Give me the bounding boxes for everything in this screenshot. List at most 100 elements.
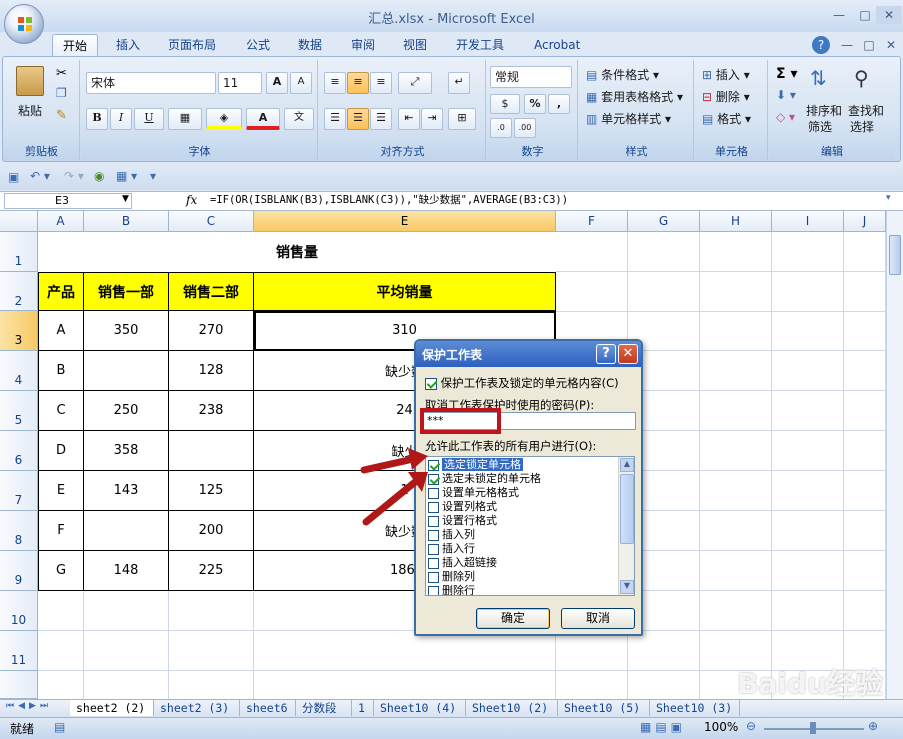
empty-cell[interactable] xyxy=(772,311,844,351)
maximize-button[interactable]: □ xyxy=(852,6,878,24)
permission-option[interactable]: 设置列格式 xyxy=(428,500,618,514)
list-scrollbar[interactable]: ▲ ▼ xyxy=(618,457,634,595)
empty-cell[interactable] xyxy=(700,351,772,391)
sheet-title-cell[interactable]: 销售量 xyxy=(38,232,556,272)
font-color-icon[interactable]: A xyxy=(246,108,280,130)
tab-data[interactable]: 数据 xyxy=(288,34,332,56)
empty-cell[interactable] xyxy=(628,272,700,312)
empty-cell[interactable] xyxy=(772,471,844,511)
empty-cell[interactable] xyxy=(844,311,886,351)
align-middle-icon[interactable]: ≡ xyxy=(347,72,369,94)
close-button[interactable]: ✕ xyxy=(876,6,902,24)
permission-option[interactable]: 设置行格式 xyxy=(428,514,618,528)
permission-option[interactable]: 插入行 xyxy=(428,542,618,556)
font-name-select[interactable]: 宋体 xyxy=(86,72,216,94)
table-cell[interactable]: 250 xyxy=(84,391,169,431)
list-scroll-thumb[interactable] xyxy=(620,474,634,544)
empty-cell[interactable] xyxy=(772,591,844,631)
table-header-cell[interactable]: 销售一部 xyxy=(84,272,169,311)
align-top-icon[interactable]: ≡ xyxy=(324,72,346,94)
phonetic-icon[interactable]: 文 xyxy=(284,108,314,130)
empty-cell[interactable] xyxy=(772,551,844,591)
grow-font-icon[interactable]: A xyxy=(266,72,288,94)
empty-cell[interactable] xyxy=(844,511,886,551)
zoom-slider-thumb[interactable] xyxy=(810,722,816,734)
empty-cell[interactable] xyxy=(844,272,886,312)
macro-record-icon[interactable]: ▤ xyxy=(54,720,65,734)
wrap-text-icon[interactable]: ↵ xyxy=(448,72,470,94)
row-header-12[interactable] xyxy=(0,671,38,699)
table-header-cell[interactable]: 产品 xyxy=(38,272,84,311)
empty-cell[interactable] xyxy=(628,232,700,272)
permission-option[interactable]: 选定未锁定的单元格 xyxy=(428,472,618,486)
paste-label[interactable]: 粘贴 xyxy=(18,102,42,119)
insert-cells-button[interactable]: ⊞ 插入 ▾ xyxy=(702,66,750,83)
number-format-select[interactable]: 常规 xyxy=(490,66,572,88)
help-icon[interactable]: ? xyxy=(812,36,830,54)
empty-cell[interactable] xyxy=(844,232,886,272)
name-box-dropdown-icon[interactable]: ▼ xyxy=(122,194,129,204)
permission-option[interactable]: 选定锁定单元格 xyxy=(428,458,618,472)
row-header-2[interactable]: 2 xyxy=(0,272,38,311)
form-icon[interactable]: ▦ ▾ xyxy=(116,169,137,183)
empty-cell[interactable] xyxy=(844,351,886,391)
sheet-tab[interactable]: Sheet10 (3) xyxy=(650,700,740,716)
fill-color-icon[interactable]: ◈ xyxy=(206,108,242,130)
office-button[interactable] xyxy=(4,4,44,44)
tab-acrobat[interactable]: Acrobat xyxy=(524,34,590,56)
row-header-4[interactable]: 4 xyxy=(0,351,38,391)
paste-icon[interactable] xyxy=(16,66,44,96)
empty-cell[interactable] xyxy=(556,272,628,312)
format-cells-button[interactable]: ▤ 格式 ▾ xyxy=(702,110,751,127)
copy-icon[interactable]: ❐ xyxy=(56,86,67,100)
align-left-icon[interactable]: ☰ xyxy=(324,108,346,130)
table-format-button[interactable]: ▦ 套用表格格式 ▾ xyxy=(586,88,683,105)
permission-option[interactable]: 删除行 xyxy=(428,584,618,595)
select-all-corner[interactable] xyxy=(0,211,38,232)
orientation-icon[interactable]: ⤢ xyxy=(398,72,432,94)
permission-checkbox[interactable] xyxy=(428,529,439,541)
sheet-tab[interactable]: sheet6 xyxy=(240,700,296,716)
sheet-tab[interactable]: 1 xyxy=(352,700,374,716)
minimize-button[interactable]: — xyxy=(826,6,852,24)
table-cell[interactable] xyxy=(169,431,254,471)
col-header-f[interactable]: F xyxy=(556,211,628,232)
find-select-icon[interactable]: ⚲ xyxy=(854,66,869,90)
decrease-indent-icon[interactable]: ⇤ xyxy=(398,108,420,130)
permission-checkbox[interactable] xyxy=(428,571,439,583)
col-header-g[interactable]: G xyxy=(628,211,700,232)
row-header-7[interactable]: 7 xyxy=(0,471,38,511)
col-header-i[interactable]: I xyxy=(772,211,844,232)
table-cell[interactable] xyxy=(84,511,169,551)
row-header-10[interactable]: 10 xyxy=(0,591,38,631)
table-cell[interactable]: B xyxy=(38,351,84,391)
table-cell[interactable]: 225 xyxy=(169,551,254,591)
row-header-1[interactable]: 1 xyxy=(0,232,38,272)
zoom-out-icon[interactable]: ⊖ xyxy=(746,719,756,733)
underline-button[interactable]: U xyxy=(134,108,164,130)
col-header-h[interactable]: H xyxy=(700,211,772,232)
tab-insert[interactable]: 插入 xyxy=(106,34,150,56)
list-scroll-up-icon[interactable]: ▲ xyxy=(620,458,634,472)
empty-cell[interactable] xyxy=(84,631,169,671)
merge-center-icon[interactable]: ⊞ xyxy=(448,108,476,130)
empty-cell[interactable] xyxy=(700,551,772,591)
empty-cell[interactable] xyxy=(772,391,844,431)
permission-checkbox[interactable] xyxy=(428,543,439,555)
empty-cell[interactable] xyxy=(772,351,844,391)
table-cell[interactable]: G xyxy=(38,551,84,591)
table-cell[interactable]: D xyxy=(38,431,84,471)
clear-icon[interactable]: ◇ ▾ xyxy=(776,110,795,124)
table-cell[interactable]: 143 xyxy=(84,471,169,511)
permission-checkbox[interactable] xyxy=(428,585,439,595)
row-header-6[interactable]: 6 xyxy=(0,431,38,471)
list-scroll-down-icon[interactable]: ▼ xyxy=(620,580,634,594)
dialog-close-icon[interactable]: ✕ xyxy=(618,344,638,364)
tab-view[interactable]: 视图 xyxy=(393,34,437,56)
borders-icon[interactable]: ▦ xyxy=(168,108,202,130)
empty-cell[interactable] xyxy=(700,431,772,471)
table-cell[interactable]: 270 xyxy=(169,311,254,351)
table-cell[interactable]: C xyxy=(38,391,84,431)
col-header-a[interactable]: A xyxy=(38,211,84,232)
table-cell[interactable] xyxy=(84,351,169,391)
